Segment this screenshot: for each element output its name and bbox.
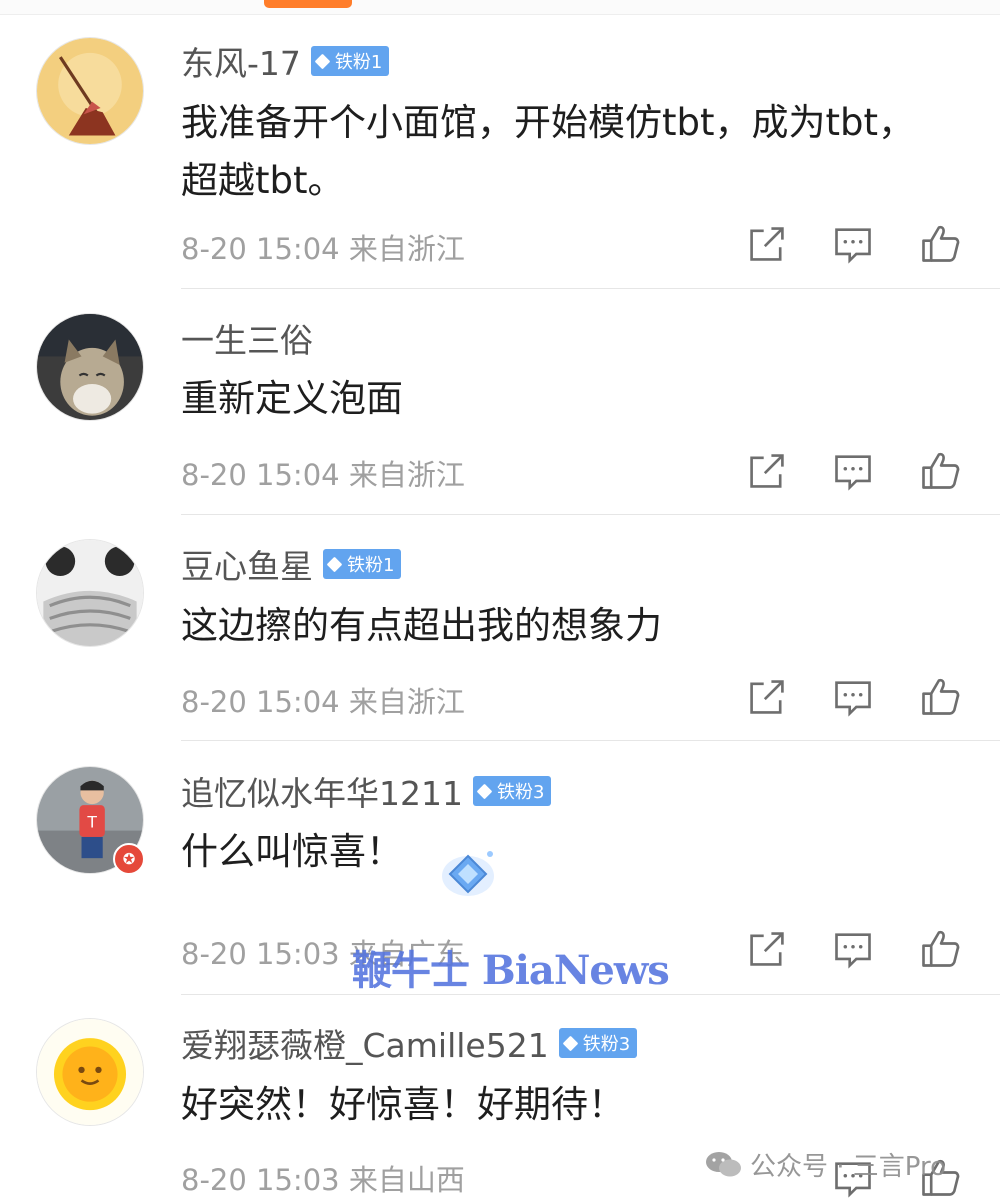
diamond-icon xyxy=(562,1035,578,1051)
share-icon[interactable] xyxy=(745,927,789,971)
like-icon[interactable] xyxy=(918,675,962,719)
divider xyxy=(181,740,1000,741)
comment-text: 重新定义泡面 xyxy=(181,377,403,420)
comment-meta: 8-20 15:04 来自浙江 xyxy=(181,452,465,494)
comment-icon[interactable] xyxy=(831,449,875,493)
fan-badge-label: 铁粉1 xyxy=(347,555,395,576)
divider xyxy=(181,514,1000,515)
comment-location: 来自浙江 xyxy=(348,232,465,266)
diamond-icon xyxy=(476,783,493,799)
name-row: 东风-17 铁粉1 xyxy=(181,41,390,83)
comment-icon[interactable] xyxy=(831,222,875,266)
fan-badge: 铁粉1 xyxy=(310,46,390,76)
comment-meta: 8-20 15:04 来自浙江 xyxy=(181,226,465,268)
share-icon[interactable] xyxy=(745,675,789,719)
diamond-icon xyxy=(326,556,343,572)
fan-badge: 铁粉3 xyxy=(558,1028,638,1058)
comment-meta: 8-20 15:03 来自山西 xyxy=(181,1157,465,1199)
comment-text: 好突然！好惊喜！好期待！ xyxy=(181,1083,625,1126)
fan-badge: 铁粉3 xyxy=(472,776,552,806)
wechat-watermark-text: 公众号 · 三言Pro xyxy=(750,1151,947,1182)
top-tab-bar xyxy=(0,0,1000,15)
avatar[interactable] xyxy=(36,1018,144,1126)
comment-icon[interactable] xyxy=(831,927,875,971)
comment-time: 8-20 15:04 xyxy=(181,458,340,492)
like-icon[interactable] xyxy=(918,449,962,493)
avatar[interactable] xyxy=(36,313,144,421)
fan-badge: 铁粉1 xyxy=(323,549,402,579)
diamond-sticker-icon xyxy=(436,842,500,902)
fan-badge-label: 铁粉3 xyxy=(496,782,545,803)
svg-text:T: T xyxy=(87,812,97,831)
comment-time: 8-20 15:04 xyxy=(181,685,340,719)
active-tab-indicator xyxy=(264,0,352,8)
username[interactable]: 东风-17 xyxy=(181,37,301,85)
name-row: 追忆似水年华1211 铁粉3 xyxy=(181,771,552,813)
diamond-icon xyxy=(314,53,331,69)
share-icon[interactable] xyxy=(745,222,789,266)
comment-location: 来自浙江 xyxy=(348,685,465,719)
vip-badge-icon: ✪ xyxy=(113,843,145,875)
comment-location: 来自山西 xyxy=(348,1163,465,1197)
name-row: 爱翔瑟薇橙_Camille521 铁粉3 xyxy=(181,1023,638,1065)
name-row: 一生三俗 xyxy=(181,318,313,360)
comment-meta: 8-20 15:04 来自浙江 xyxy=(181,679,465,721)
comment-text: 我准备开个小面馆，开始模仿tbt，成为tbt，超越tbt。 xyxy=(181,101,916,202)
username[interactable]: 一生三俗 xyxy=(181,314,313,362)
name-row: 豆心鱼星 铁粉1 xyxy=(181,544,402,586)
fan-badge-label: 铁粉1 xyxy=(334,52,383,73)
like-icon[interactable] xyxy=(918,927,962,971)
comment-time: 8-20 15:03 xyxy=(181,1163,340,1197)
username[interactable]: 追忆似水年华1211 xyxy=(181,767,463,815)
wechat-icon xyxy=(706,1152,741,1177)
like-icon[interactable] xyxy=(918,222,962,266)
username[interactable]: 豆心鱼星 xyxy=(181,540,313,588)
comment-text: 这边擦的有点超出我的想象力 xyxy=(181,604,662,647)
avatar[interactable] xyxy=(36,37,144,145)
username[interactable]: 爱翔瑟薇橙_Camille521 xyxy=(181,1019,549,1067)
comment-text: 什么叫惊喜！ xyxy=(181,830,403,873)
wechat-watermark: 公众号 · 三言Pro xyxy=(704,1146,946,1182)
share-icon[interactable] xyxy=(745,449,789,493)
comment-icon[interactable] xyxy=(831,675,875,719)
comment-time: 8-20 15:04 xyxy=(181,232,340,266)
divider xyxy=(181,288,1000,289)
avatar[interactable] xyxy=(36,539,144,647)
bianews-watermark: 鞭牛士 BiaNews xyxy=(352,947,670,994)
comment-location: 来自浙江 xyxy=(348,458,465,492)
comment-time: 8-20 15:03 xyxy=(181,937,340,971)
fan-badge-label: 铁粉3 xyxy=(582,1034,631,1055)
